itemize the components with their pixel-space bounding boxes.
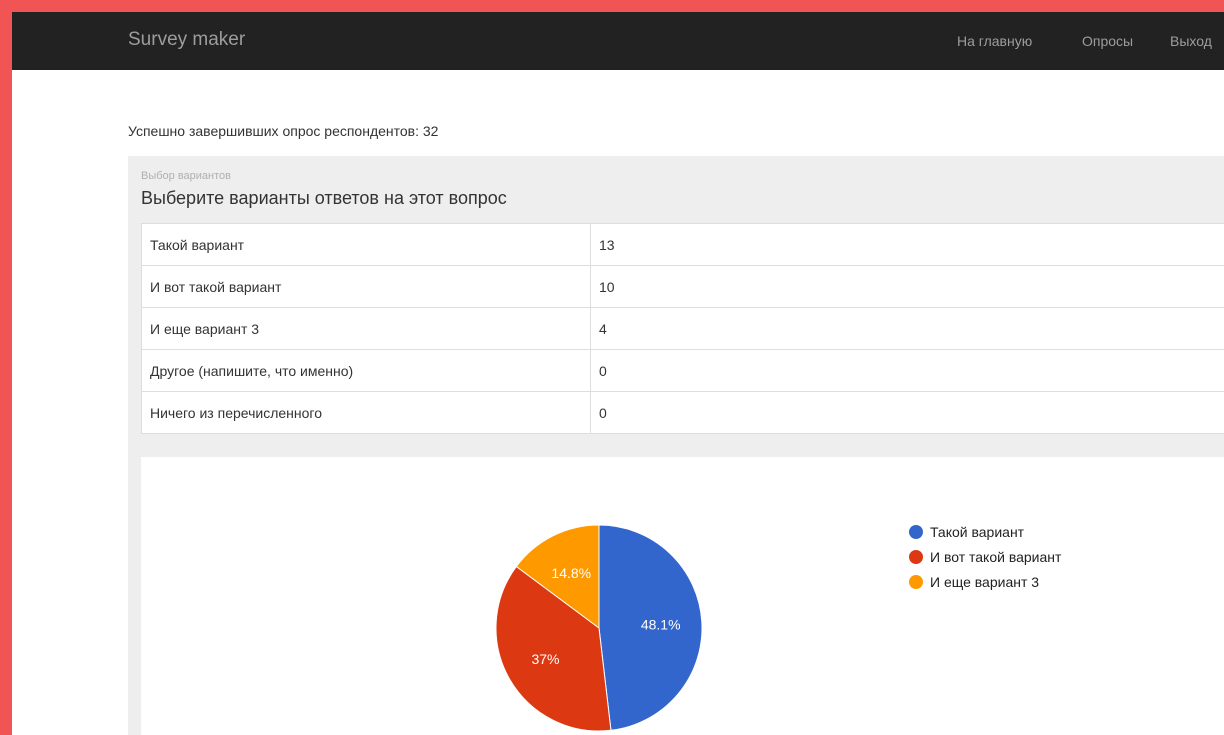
option-count: 0 <box>590 391 1224 434</box>
option-label: Такой вариант <box>141 223 591 266</box>
question-title: Выберите варианты ответов на этот вопрос <box>141 188 507 208</box>
option-count: 13 <box>590 223 1224 266</box>
legend-label: Такой вариант <box>930 524 1025 540</box>
nav-surveys-link[interactable]: Опросы <box>1082 33 1133 49</box>
nav-home-link[interactable]: На главную <box>957 33 1032 49</box>
navbar: Survey maker На главную Опросы Выход <box>12 12 1224 70</box>
pie-slice-label: 48.1% <box>641 616 681 632</box>
question-type-label: Выбор вариантов <box>141 170 232 182</box>
pie-slice-label: 37% <box>531 651 559 667</box>
legend-swatch <box>909 575 923 589</box>
pie-chart-container: 48.1% 37% 14.8% Такой вариант И вот такой … <box>141 457 1224 735</box>
results-table: Такой вариант 13 И вот такой вариант 10 … <box>141 223 1224 434</box>
legend-swatch <box>909 550 923 564</box>
option-label: И еще вариант 3 <box>141 307 591 350</box>
option-count: 10 <box>590 265 1224 308</box>
legend-label: И еще вариант 3 <box>930 574 1040 590</box>
pie-chart: 48.1% 37% 14.8% <box>495 524 703 732</box>
pie-slice-label: 14.8% <box>551 565 591 581</box>
option-label: Другое (напишите, что именно) <box>141 349 591 392</box>
respondents-count: Успешно завершивших опрос респондентов: … <box>128 123 439 139</box>
table-row: И вот такой вариант 10 <box>141 265 1224 308</box>
table-row: Такой вариант 13 <box>141 223 1224 266</box>
table-row: Ничего из перечисленного 0 <box>141 391 1224 434</box>
option-count: 0 <box>590 349 1224 392</box>
table-row: Другое (напишите, что именно) 0 <box>141 349 1224 392</box>
question-panel: Выбор вариантов Выберите варианты ответо… <box>128 156 1224 735</box>
brand-link[interactable]: Survey maker <box>128 29 245 51</box>
option-label: И вот такой вариант <box>141 265 591 308</box>
nav-logout-link[interactable]: Выход <box>1170 33 1212 49</box>
app-window: Survey maker На главную Опросы Выход Усп… <box>12 12 1224 735</box>
legend-swatch <box>909 525 923 539</box>
option-count: 4 <box>590 307 1224 350</box>
legend-label: И вот такой вариант <box>930 549 1062 565</box>
option-label: Ничего из перечисленного <box>141 391 591 434</box>
table-row: И еще вариант 3 4 <box>141 307 1224 350</box>
